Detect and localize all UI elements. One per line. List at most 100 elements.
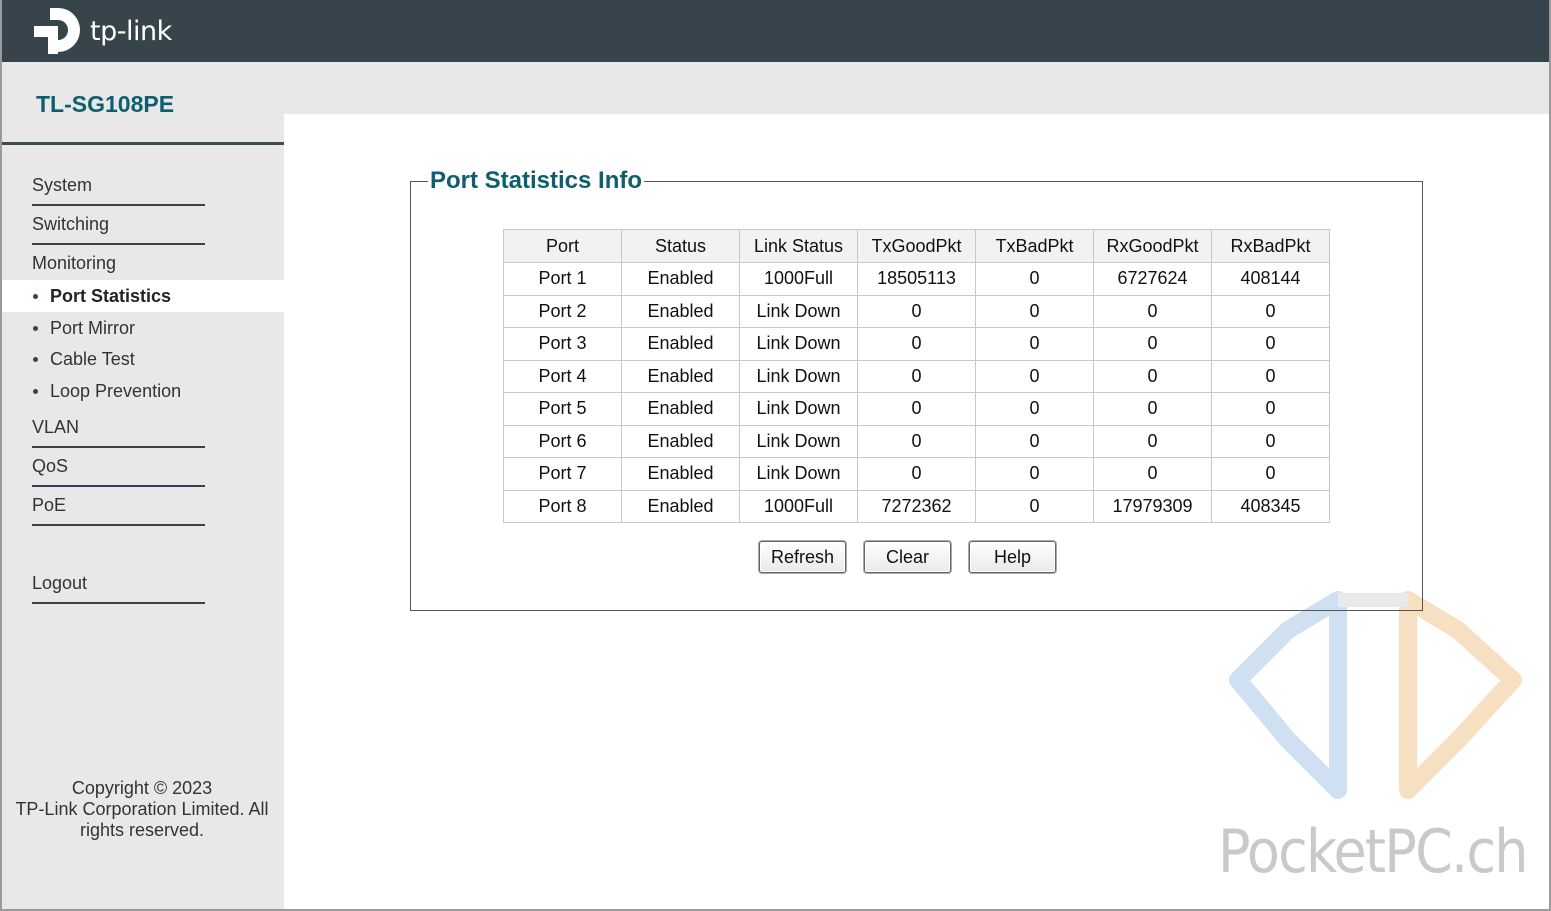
table-cell: 0 xyxy=(1211,294,1330,328)
table-row: Port 3 Enabled Link Down 0 0 0 0 xyxy=(503,327,1330,361)
table-cell: Link Down xyxy=(739,392,858,426)
table-cell: 0 xyxy=(1211,327,1330,361)
table-row: Port 2 Enabled Link Down 0 0 0 0 xyxy=(503,294,1330,328)
sidebar: TL-SG108PE System Switching Monitoring P… xyxy=(0,62,284,911)
table-cell: Port 7 xyxy=(503,457,622,491)
table-cell: Enabled xyxy=(621,424,740,458)
table-cell: 408345 xyxy=(1211,489,1330,523)
watermark-text: PocketPC.ch xyxy=(1218,817,1528,887)
table-row: Port 6 Enabled Link Down 0 0 0 0 xyxy=(503,424,1330,458)
bullet-icon xyxy=(33,326,38,331)
table-cell: Port 6 xyxy=(503,424,622,458)
table-cell: Link Down xyxy=(739,457,858,491)
sidebar-subitem-label: Cable Test xyxy=(50,349,135,369)
bullet-icon xyxy=(33,389,38,394)
column-header: Port xyxy=(503,229,622,263)
copyright-line: TP-Link Corporation Limited. All xyxy=(15,799,269,819)
table-cell: 1000Full xyxy=(739,262,858,296)
sidebar-subitem-loop-prevention[interactable]: Loop Prevention xyxy=(0,375,284,407)
table-cell: Link Down xyxy=(739,294,858,328)
table-cell: 0 xyxy=(975,457,1094,491)
table-cell: 0 xyxy=(857,359,976,393)
table-cell: 0 xyxy=(1093,327,1212,361)
table-cell: Enabled xyxy=(621,327,740,361)
copyright-notice: Copyright © 2023 TP-Link Corporation Lim… xyxy=(0,778,284,841)
table-cell: 7272362 xyxy=(857,489,976,523)
table-cell: 0 xyxy=(1211,457,1330,491)
sidebar-subitem-label: Port Mirror xyxy=(50,318,135,338)
bullet-icon xyxy=(33,294,38,299)
table-cell: 1000Full xyxy=(739,489,858,523)
table-row: Port 7 Enabled Link Down 0 0 0 0 xyxy=(503,457,1330,491)
column-header: RxGoodPkt xyxy=(1093,229,1212,263)
table-cell: 408144 xyxy=(1211,262,1330,296)
table-cell: Link Down xyxy=(739,327,858,361)
sidebar-item-qos[interactable]: QoS xyxy=(32,456,205,487)
copyright-line: Copyright © 2023 xyxy=(71,778,213,798)
table-cell: 0 xyxy=(975,262,1094,296)
table-cell: Port 1 xyxy=(503,262,622,296)
table-cell: 0 xyxy=(857,457,976,491)
table-cell: 0 xyxy=(1093,457,1212,491)
sidebar-item-vlan[interactable]: VLAN xyxy=(32,417,205,448)
refresh-button[interactable]: Refresh xyxy=(759,541,846,573)
sidebar-subitem-cable-test[interactable]: Cable Test xyxy=(0,343,284,375)
table-cell: Enabled xyxy=(621,489,740,523)
table-cell: 0 xyxy=(975,424,1094,458)
logout-link[interactable]: Logout xyxy=(32,573,205,604)
column-header: TxGoodPkt xyxy=(857,229,976,263)
table-cell: 0 xyxy=(1093,424,1212,458)
brand-text: tp-link xyxy=(90,15,172,47)
model-divider xyxy=(0,142,284,145)
column-header: TxBadPkt xyxy=(975,229,1094,263)
table-cell: 0 xyxy=(857,424,976,458)
table-cell: Port 8 xyxy=(503,489,622,523)
table-cell: Enabled xyxy=(621,359,740,393)
table-cell: 0 xyxy=(1211,424,1330,458)
copyright-line: rights reserved. xyxy=(79,820,205,840)
help-button[interactable]: Help xyxy=(969,541,1056,573)
model-name: TL-SG108PE xyxy=(36,91,175,117)
sidebar-subitem-label: Port Statistics xyxy=(50,286,172,306)
table-cell: 0 xyxy=(857,294,976,328)
table-row: Port 8 Enabled 1000Full 7272362 0 179793… xyxy=(503,489,1330,523)
sidebar-item-system[interactable]: System xyxy=(32,175,205,206)
column-header: RxBadPkt xyxy=(1211,229,1330,263)
table-cell: 17979309 xyxy=(1093,489,1212,523)
sidebar-item-switching[interactable]: Switching xyxy=(32,214,205,245)
table-cell: 18505113 xyxy=(857,262,976,296)
pocketpc-watermark-logo xyxy=(1229,591,1522,799)
table-cell: Enabled xyxy=(621,392,740,426)
top-header-bar: tp-link xyxy=(0,0,1551,62)
clear-button[interactable]: Clear xyxy=(864,541,951,573)
table-cell: 0 xyxy=(857,327,976,361)
sidebar-subitem-port-statistics[interactable]: Port Statistics xyxy=(0,280,284,312)
sidebar-subitem-port-mirror[interactable]: Port Mirror xyxy=(0,312,284,344)
table-cell: 0 xyxy=(1093,294,1212,328)
page-title: Port Statistics Info xyxy=(428,167,645,195)
port-statistics-table: Port Status Link Status TxGoodPkt TxBadP… xyxy=(503,229,1330,523)
table-cell: 0 xyxy=(975,294,1094,328)
table-cell: 0 xyxy=(975,489,1094,523)
tp-link-logo-icon xyxy=(34,8,80,54)
table-cell: 0 xyxy=(1093,392,1212,426)
table-cell: 6727624 xyxy=(1093,262,1212,296)
table-cell: Port 2 xyxy=(503,294,622,328)
table-row: Port 1 Enabled 1000Full 18505113 0 67276… xyxy=(503,262,1330,296)
table-cell: 0 xyxy=(975,359,1094,393)
sidebar-item-poe[interactable]: PoE xyxy=(32,495,205,526)
table-cell: 0 xyxy=(975,327,1094,361)
sidebar-subitem-label: Loop Prevention xyxy=(50,381,182,401)
table-row: Port 4 Enabled Link Down 0 0 0 0 xyxy=(503,359,1330,393)
table-cell: Link Down xyxy=(739,424,858,458)
table-cell: Link Down xyxy=(739,359,858,393)
sidebar-item-monitoring[interactable]: Monitoring xyxy=(32,253,205,282)
column-header: Link Status xyxy=(739,229,858,263)
table-cell: 0 xyxy=(1093,359,1212,393)
bullet-icon xyxy=(33,357,38,362)
table-cell: Port 5 xyxy=(503,392,622,426)
table-cell: Port 3 xyxy=(503,327,622,361)
tp-link-logo[interactable]: tp-link xyxy=(34,4,172,56)
table-cell: 0 xyxy=(1211,392,1330,426)
table-cell: 0 xyxy=(857,392,976,426)
